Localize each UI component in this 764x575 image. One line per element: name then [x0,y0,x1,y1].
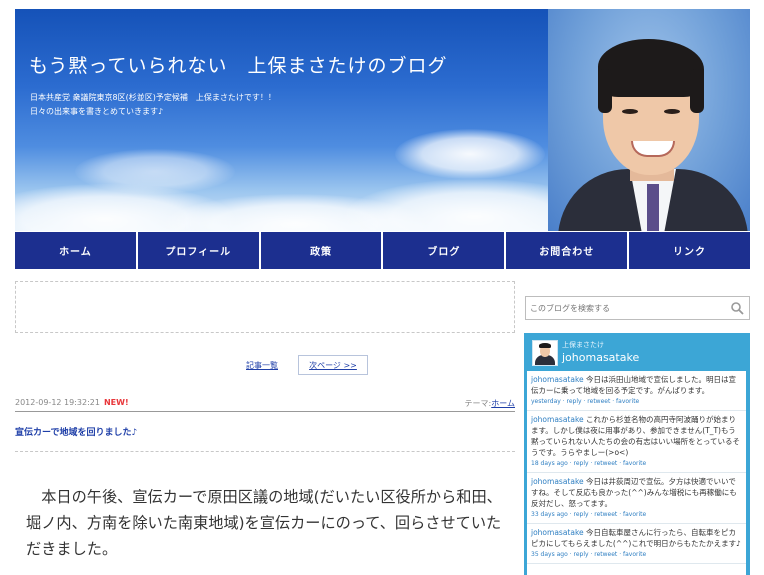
blog-header: もう黙っていられない 上保まさたけのブログ 日本共産党 衆議院東京8区(杉並区)… [15,9,750,231]
theme-link[interactable]: ホーム [491,399,515,408]
tweet-user-link[interactable]: johomasatake [531,415,584,424]
nav-home[interactable]: ホーム [15,232,136,269]
new-badge: NEW! [103,398,129,407]
header-cloud [75,149,235,194]
tweet-text: johomasatake 今日自転車屋さんに行ったら、自転車をピカピカにしてもら… [531,527,742,549]
tweet-user-link[interactable]: johomasatake [531,375,584,384]
tweet-item: johomasatake 今日は浜田山地域で宣伝しました。明日は宣伝カーに乗って… [527,371,746,411]
entry-theme: テーマ:ホーム [465,398,515,409]
tweet-text: johomasatake これから杉並名物の高円寺阿波踊りが始まります。しかし僕… [531,414,742,458]
tweet-item: johomasatake 今日は井荻周辺で宣伝。夕方は快適でいいですね。そして反… [527,473,746,524]
nav-contact[interactable]: お問合わせ [506,232,628,269]
ad-area [15,281,515,333]
nav-links[interactable]: リンク [629,232,750,269]
tweet-user-link[interactable]: johomasatake [531,528,584,537]
nav-policy[interactable]: 政策 [260,232,382,269]
tweet-meta[interactable]: 18 days ago · reply · retweet · favorite [531,459,742,468]
twitter-widget: 上保まさたけ johomasatake johomasatake 今日は浜田山地… [524,333,750,575]
theme-prefix: テーマ: [464,399,492,408]
tweet-user-link[interactable]: johomasatake [531,477,584,486]
tweet-meta[interactable]: yesterday · reply · retweet · favorite [531,397,742,406]
entry-date: 2012-09-12 19:32:21 [15,398,100,407]
entry-meta: 2012-09-12 19:32:21 NEW! テーマ:ホーム [15,398,515,410]
search-icon[interactable] [730,301,744,315]
next-page-button[interactable]: 次ページ >> [298,355,368,375]
twitter-handle[interactable]: johomasatake [562,351,639,364]
site-title[interactable]: もう黙っていられない 上保まさたけのブログ [29,51,447,78]
tweet-meta[interactable]: 35 days ago · reply · retweet · favorite [531,550,742,559]
tweet-text: johomasatake 今日は浜田山地域で宣伝しました。明日は宣伝カーに乗って… [531,374,742,396]
divider [15,411,515,412]
entry-list-link[interactable]: 記事一覧 [246,360,278,371]
site-description-line: 日本共産党 衆議院東京8区(杉並区)予定候補 上保まさたけです！！ [30,93,276,102]
global-nav: ホーム プロフィール 政策 ブログ お問合わせ リンク [15,232,750,269]
pager: 記事一覧 次ページ >> [240,355,380,375]
entry-title[interactable]: 宣伝カーで地域を回りました♪ [15,425,137,438]
tweet-list: johomasatake 今日は浜田山地域で宣伝しました。明日は宣伝カーに乗って… [527,371,746,575]
divider [15,451,515,452]
avatar[interactable] [532,340,558,366]
entry-body: 本日の午後、宣伝カーで原田区議の地域(だいたい区役所から和田、堀ノ内、方南を除い… [26,488,502,558]
twitter-widget-header: 上保まさたけ johomasatake [524,333,750,371]
tweet-meta[interactable]: 33 days ago · reply · retweet · favorite [531,510,742,519]
tweet-item: johomasatake 今日自転車屋さんに行ったら、自転車をピカピカにしてもら… [527,524,746,564]
site-description-line: 日々の出来事を書きとめていきます♪ [30,107,164,116]
twitter-display-name: 上保まさたけ [562,341,604,349]
tweet-item: johomasatake これから杉並名物の高円寺阿波踊りが始まります。しかし僕… [527,411,746,473]
header-cloud [395,129,545,179]
portrait-photo [548,9,750,231]
tweet-text: johomasatake 今日は井荻周辺で宣伝。夕方は快適でいいですね。そして反… [531,476,742,509]
blog-search-box [525,296,750,320]
nav-profile[interactable]: プロフィール [137,232,259,269]
search-input[interactable] [528,299,722,317]
nav-blog[interactable]: ブログ [383,232,505,269]
